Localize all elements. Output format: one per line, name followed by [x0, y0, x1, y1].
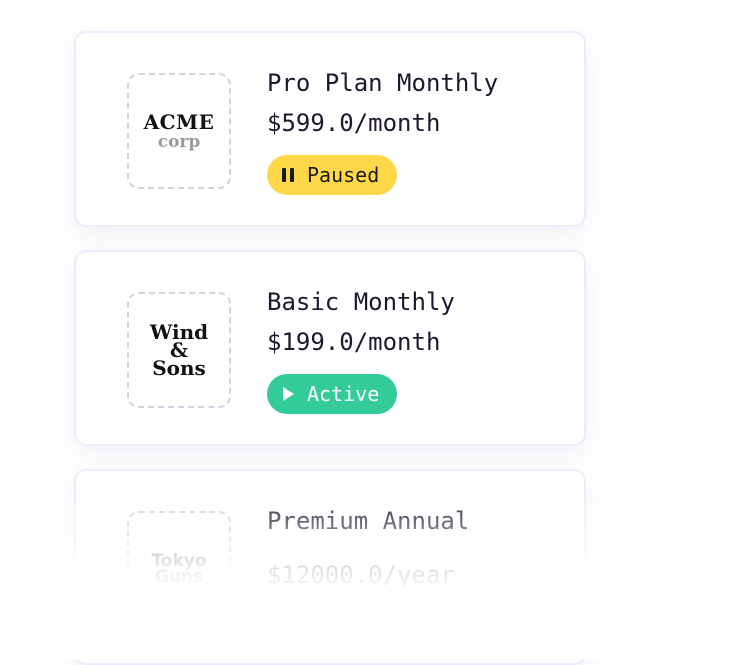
subscription-card[interactable]: Wind & Sons Basic Monthly $199.0/month A…: [74, 250, 586, 446]
plan-price: $199.0/month: [267, 328, 441, 356]
status-badge[interactable]: Paused: [267, 155, 397, 195]
logo-text: ACME: [143, 110, 215, 134]
plan-name: Basic Monthly: [267, 288, 455, 316]
company-logo: Wind & Sons: [127, 292, 231, 408]
company-logo: Tokyo Guns: [127, 511, 231, 627]
plan-price: $12000.0/year: [267, 561, 455, 589]
status-badge[interactable]: Active: [267, 374, 397, 414]
company-logo: ACME corp: [127, 73, 231, 189]
subscription-card[interactable]: Tokyo Guns Premium Annual $12000.0/year: [74, 469, 586, 665]
play-icon: [281, 386, 295, 402]
subscription-card[interactable]: ACME corp Pro Plan Monthly $599.0/month …: [74, 31, 586, 227]
plan-price: $599.0/month: [267, 109, 441, 137]
status-label: Active: [307, 382, 380, 406]
logo-text: Sons: [152, 356, 206, 380]
plan-name: Premium Annual: [267, 507, 470, 535]
pause-icon: [281, 167, 295, 183]
status-label: Paused: [307, 163, 380, 187]
plan-name: Pro Plan Monthly: [267, 69, 499, 97]
logo-subtext: corp: [157, 132, 201, 152]
logo-text: Guns: [154, 567, 204, 587]
